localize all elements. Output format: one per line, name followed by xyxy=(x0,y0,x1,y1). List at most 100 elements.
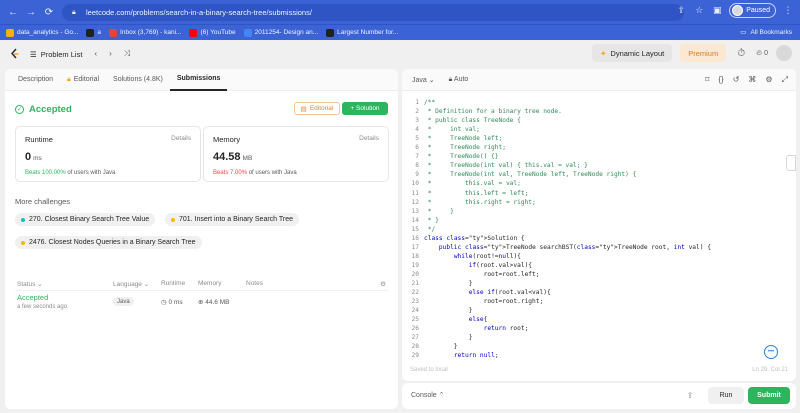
bookmark-item[interactable]: Largest Number for... xyxy=(326,28,399,37)
code-text: * TreeNode left; xyxy=(424,135,503,143)
submit-button[interactable]: Submit xyxy=(748,387,790,404)
runtime-card[interactable]: Runtime Details 0 ms Beats 100.00% of use… xyxy=(15,126,201,182)
check-circle-icon: ✓ xyxy=(15,104,24,114)
code-text: * int val; xyxy=(424,126,480,134)
code-line[interactable]: 21 } xyxy=(402,280,796,289)
all-bookmarks-button[interactable]: ▭ All Bookmarks xyxy=(740,28,792,37)
code-line[interactable]: 26 return root; xyxy=(402,325,796,334)
settings-gear-icon[interactable]: ⚙ xyxy=(380,280,386,288)
back-icon[interactable]: ← xyxy=(6,5,20,19)
code-line[interactable]: 22 else if(root.val<val){ xyxy=(402,289,796,298)
code-line[interactable]: 11 * this.left = left; xyxy=(402,190,796,199)
code-line[interactable]: 27 } xyxy=(402,334,796,343)
code-line[interactable]: 23 root=root.right; xyxy=(402,298,796,307)
runtime-details-link[interactable]: Details xyxy=(171,135,191,142)
next-problem-icon[interactable]: › xyxy=(109,49,112,59)
code-line[interactable]: 10 * this.val = val; xyxy=(402,180,796,189)
bookmark-item[interactable]: (6) YouTube xyxy=(189,28,236,37)
code-text: else if(root.val<val){ xyxy=(468,289,551,297)
premium-button[interactable]: Premium xyxy=(680,44,727,62)
code-line[interactable]: 24 } xyxy=(402,307,796,316)
code-line[interactable]: 20 root=root.left; xyxy=(402,271,796,280)
code-line[interactable]: 5 * TreeNode left; xyxy=(402,135,796,144)
autocomplete-mode[interactable]: 🔒︎ Auto xyxy=(449,76,469,84)
code-line[interactable]: 6 * TreeNode right; xyxy=(402,144,796,153)
expand-icon[interactable]: ⤢ xyxy=(782,75,788,85)
code-line[interactable]: 12 * this.right = right; xyxy=(402,199,796,208)
bookmark-item[interactable]: Inbox (3,769) - kani... xyxy=(109,28,181,37)
code-text: root=root.left; xyxy=(424,270,540,278)
submission-status-link[interactable]: Accepted xyxy=(17,293,48,302)
prev-problem-icon[interactable]: ‹ xyxy=(94,49,97,59)
code-line[interactable]: 16 class class="ty">Solution { xyxy=(402,235,796,244)
code-line[interactable]: 7 * TreeNode() {} xyxy=(402,153,796,162)
streak-icon[interactable]: 🔥︎ 0 xyxy=(756,46,768,60)
shortcut-icon[interactable]: ⌘ xyxy=(748,75,756,85)
line-number: 8 xyxy=(415,162,419,170)
forward-icon[interactable]: → xyxy=(24,5,38,19)
extensions-icon[interactable]: ▣ xyxy=(711,5,723,17)
code-area[interactable]: 1 /** 2 * Definition for a binary tree nod… xyxy=(402,93,796,361)
bookmark-item[interactable]: 2011254- Design an... xyxy=(243,28,318,37)
bookmark-star-icon[interactable]: ☆ xyxy=(693,5,705,17)
memory-card[interactable]: Memory Details 44.58 MB Beats 7.00% of us… xyxy=(203,126,389,182)
settings-icon[interactable]: ⚙ xyxy=(765,75,772,85)
code-line[interactable]: 17 public class="ty">TreeNode searchBST(… xyxy=(402,244,796,253)
memory-details-link[interactable]: Details xyxy=(359,135,379,142)
site-info-icon[interactable]: 🔒︎ xyxy=(72,9,80,17)
dynamic-layout-button[interactable]: ✦ Dynamic Layout xyxy=(592,44,673,62)
editorial-button[interactable]: ▤ Editorial xyxy=(294,102,340,115)
user-avatar[interactable] xyxy=(776,45,792,61)
more-menu-icon[interactable]: ⋮ xyxy=(782,5,794,17)
challenge-item[interactable]: 270. Closest Binary Search Tree Value xyxy=(15,213,156,226)
upload-icon[interactable]: ⇪ xyxy=(684,389,696,401)
add-solution-button[interactable]: + Solution xyxy=(342,102,388,115)
reset-icon[interactable]: ↺ xyxy=(733,75,740,85)
submission-row[interactable]: Accepted a few seconds ago Java ◷ 0 ms ⊕… xyxy=(15,291,388,317)
code-line[interactable]: 3 * public class TreeNode { xyxy=(402,117,796,126)
side-notes-tab[interactable] xyxy=(786,155,796,171)
status-header[interactable]: Status ⌄ xyxy=(17,280,43,288)
code-line[interactable]: 25 else{ xyxy=(402,316,796,325)
code-line[interactable]: 28 } xyxy=(402,343,796,352)
tab-editorial[interactable]: 🔒︎ Editorial xyxy=(60,69,106,91)
code-line[interactable]: 4 * int val; xyxy=(402,126,796,135)
bookmark-item[interactable]: data_analytics - Go... xyxy=(6,28,78,37)
shuffle-icon[interactable]: ⤨ xyxy=(124,49,130,59)
code-line[interactable]: 2 * Definition for a binary tree node. xyxy=(402,108,796,117)
language-select[interactable]: Java ⌄ xyxy=(412,76,435,84)
bookmark-item[interactable]: a xyxy=(86,28,101,37)
reload-icon[interactable]: ⟳ xyxy=(42,5,56,19)
timer-icon[interactable]: ⏱ xyxy=(734,46,748,60)
tab-solutions[interactable]: Solutions (4.8K) xyxy=(106,69,170,91)
tab-description[interactable]: Description xyxy=(11,69,60,91)
problem-list-button[interactable]: ☰ Problem List xyxy=(30,50,82,59)
leetcode-logo-icon[interactable] xyxy=(10,48,20,60)
code-line[interactable]: 8 * TreeNode(int val) { this.val = val; … xyxy=(402,162,796,171)
line-number: 15 xyxy=(411,225,419,233)
bookmarks-bar: data_analytics - Go... a Inbox (3,769) -… xyxy=(0,24,800,40)
code-line[interactable]: 15 */ xyxy=(402,226,796,235)
code-line[interactable]: 1 /** xyxy=(402,99,796,108)
code-line[interactable]: 29 return null; xyxy=(402,352,796,361)
profile-paused-button[interactable]: Paused xyxy=(729,3,776,18)
code-line[interactable]: 13 * } xyxy=(402,208,796,217)
line-number: 17 xyxy=(411,243,419,251)
tab-submissions[interactable]: Submissions xyxy=(169,69,228,91)
bookmark-icon[interactable]: ⌑ xyxy=(705,75,709,85)
share-icon[interactable]: ⇪ xyxy=(675,5,687,17)
language-header[interactable]: Language ⌄ xyxy=(113,280,149,288)
chat-icon[interactable]: ••• xyxy=(764,345,778,359)
challenge-item[interactable]: 701. Insert into a Binary Search Tree xyxy=(165,213,300,226)
code-line[interactable]: 9 * TreeNode(int val, TreeNode left, Tre… xyxy=(402,171,796,180)
address-bar[interactable]: 🔒︎ leetcode.com/problems/search-in-a-bin… xyxy=(62,4,684,21)
code-line[interactable]: 18 while(root!=null){ xyxy=(402,253,796,262)
run-button[interactable]: Run xyxy=(708,387,744,404)
console-toggle[interactable]: Console ⌃ xyxy=(411,391,445,399)
code-line[interactable]: 19 if(root.val>val){ xyxy=(402,262,796,271)
bookmark-label: Largest Number for... xyxy=(337,29,399,36)
braces-icon[interactable]: {} xyxy=(718,75,723,85)
challenge-item[interactable]: 2476. Closest Nodes Queries in a Binary … xyxy=(15,236,202,249)
console-label: Console xyxy=(411,392,437,399)
code-line[interactable]: 14 * } xyxy=(402,217,796,226)
